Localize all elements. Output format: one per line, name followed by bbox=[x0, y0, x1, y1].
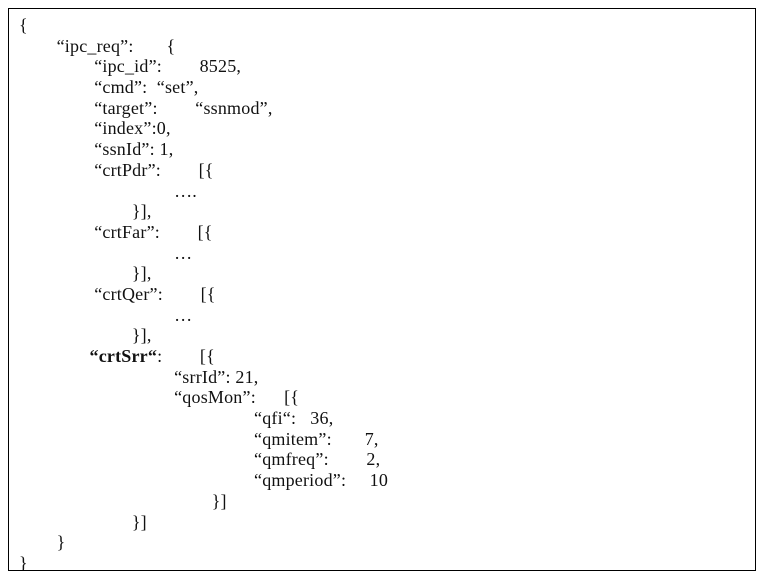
arr-open-1: [{ bbox=[199, 160, 214, 180]
arr-close-5: }] bbox=[212, 491, 227, 511]
arr-open-5: [{ bbox=[284, 387, 299, 407]
key-ipc-req: “ipc_req” bbox=[57, 36, 129, 56]
key-cmd: “cmd” bbox=[94, 77, 142, 97]
val-ipc-id: 8525 bbox=[200, 56, 237, 76]
val-qfi: 36 bbox=[310, 408, 328, 428]
val-target: “ssnmod” bbox=[195, 98, 268, 118]
key-crtfar: “crtFar” bbox=[94, 222, 155, 242]
key-crtqer: “crtQer” bbox=[94, 284, 158, 304]
ellipsis-3: … bbox=[174, 305, 192, 325]
brace-open-root: { bbox=[19, 15, 28, 35]
key-qosmon: “qosMon” bbox=[174, 387, 251, 407]
brace-close-root: } bbox=[19, 553, 28, 571]
arr-open-3: [{ bbox=[201, 284, 216, 304]
val-cmd: “set” bbox=[157, 77, 194, 97]
key-ssnid: “ssnId” bbox=[94, 139, 149, 159]
key-qmitem: “qmitem” bbox=[254, 429, 327, 449]
arr-open-4: [{ bbox=[200, 346, 215, 366]
brace-close-ipcreq: } bbox=[57, 532, 66, 552]
code-block: { “ipc_req”: { “ipc_id”: 8525, “cmd”: “s… bbox=[9, 9, 755, 571]
ellipsis-1: …. bbox=[174, 181, 197, 201]
val-qmfreq: 2 bbox=[366, 449, 375, 469]
val-qmitem: 7 bbox=[365, 429, 374, 449]
key-target: “target” bbox=[94, 98, 152, 118]
val-qmperiod: 10 bbox=[370, 470, 388, 490]
key-srrid: “srrId” bbox=[174, 367, 225, 387]
arr-open-2: [{ bbox=[198, 222, 213, 242]
val-index: 0 bbox=[157, 118, 166, 138]
key-ipc-id: “ipc_id” bbox=[94, 56, 157, 76]
val-ssnid: 1 bbox=[160, 139, 169, 159]
key-qmfreq: “qmfreq” bbox=[254, 449, 324, 469]
key-crtsrr: “crtSrr“ bbox=[90, 346, 158, 366]
arr-close-1: }] bbox=[132, 201, 147, 221]
val-srrid: 21 bbox=[235, 367, 253, 387]
key-qfi: “qfi“ bbox=[254, 408, 291, 428]
arr-close-3: }] bbox=[132, 325, 147, 345]
arr-close-4: }] bbox=[132, 512, 147, 532]
arr-close-2: }] bbox=[132, 263, 147, 283]
key-index: “index” bbox=[94, 118, 151, 138]
brace-open-ipcreq: { bbox=[166, 36, 175, 56]
key-crtpdr: “crtPdr” bbox=[94, 160, 156, 180]
ellipsis-2: … bbox=[174, 243, 192, 263]
code-box: { “ipc_req”: { “ipc_id”: 8525, “cmd”: “s… bbox=[8, 8, 756, 571]
key-qmperiod: “qmperiod” bbox=[254, 470, 341, 490]
